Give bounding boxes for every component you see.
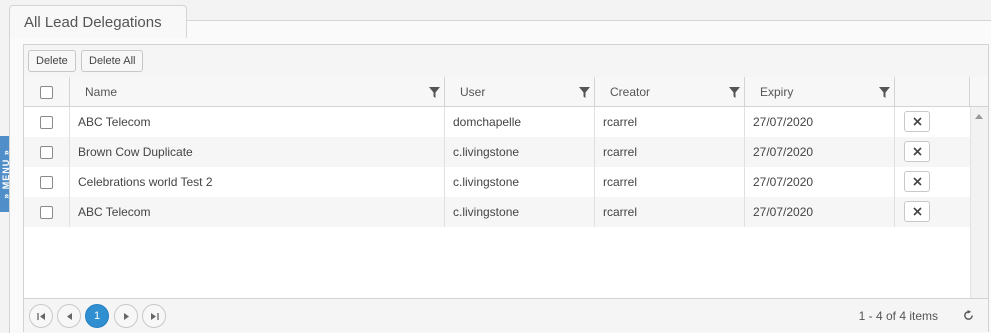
cell-user: domchapelle <box>445 107 595 137</box>
table-row[interactable]: ABC Telecom c.livingstone rcarrel 27/07/… <box>24 197 970 227</box>
row-select-cell <box>24 197 70 227</box>
cell-user: c.livingstone <box>445 167 595 197</box>
row-checkbox[interactable] <box>40 116 53 129</box>
panel-tab: All Lead Delegations <box>9 5 187 38</box>
page-number-button[interactable]: 1 <box>85 304 109 328</box>
remove-row-button[interactable] <box>904 201 930 222</box>
row-checkbox[interactable] <box>40 176 53 189</box>
vertical-scrollbar[interactable] <box>970 107 988 298</box>
cell-name: ABC Telecom <box>70 107 445 137</box>
delete-button[interactable]: Delete <box>28 50 76 72</box>
prev-page-button[interactable] <box>57 304 81 328</box>
row-actions-cell <box>895 197 970 227</box>
row-actions-cell <box>895 107 970 137</box>
column-label-expiry: Expiry <box>760 85 794 99</box>
delegations-grid: Delete Delete All Name User Creator Expi… <box>23 44 989 332</box>
cell-expiry: 27/07/2020 <box>745 197 895 227</box>
cell-creator: rcarrel <box>595 197 745 227</box>
cell-expiry: 27/07/2020 <box>745 167 895 197</box>
filter-icon[interactable] <box>429 87 440 98</box>
cell-user: c.livingstone <box>445 137 595 167</box>
cell-creator: rcarrel <box>595 107 745 137</box>
cell-name: Celebrations world Test 2 <box>70 167 445 197</box>
first-page-icon <box>37 313 45 320</box>
cell-creator: rcarrel <box>595 137 745 167</box>
select-all-checkbox[interactable] <box>40 86 53 99</box>
column-header-user[interactable]: User <box>445 77 595 106</box>
pager-info: 1 - 4 of 4 items <box>858 309 938 323</box>
column-header-name[interactable]: Name <box>70 77 445 106</box>
column-header-creator[interactable]: Creator <box>595 77 745 106</box>
close-icon <box>913 147 922 156</box>
table-row[interactable]: Brown Cow Duplicate c.livingstone rcarre… <box>24 137 970 167</box>
scroll-up-icon[interactable] <box>975 113 983 119</box>
cell-expiry: 27/07/2020 <box>745 107 895 137</box>
first-page-button[interactable] <box>29 304 53 328</box>
column-label-creator: Creator <box>610 85 651 99</box>
column-header-expiry[interactable]: Expiry <box>745 77 895 106</box>
refresh-icon[interactable] <box>963 310 974 321</box>
grid-body: ABC Telecom domchapelle rcarrel 27/07/20… <box>24 107 970 298</box>
column-header-actions <box>895 77 970 106</box>
row-actions-cell <box>895 137 970 167</box>
row-select-cell <box>24 107 70 137</box>
filter-icon[interactable] <box>879 87 890 98</box>
remove-row-button[interactable] <box>904 111 930 132</box>
row-checkbox[interactable] <box>40 146 53 159</box>
table-row[interactable]: ABC Telecom domchapelle rcarrel 27/07/20… <box>24 107 970 137</box>
close-icon <box>913 207 922 216</box>
last-page-icon <box>151 313 159 320</box>
last-page-button[interactable] <box>142 304 166 328</box>
delete-all-button[interactable]: Delete All <box>81 50 144 72</box>
next-page-icon <box>124 313 129 320</box>
row-actions-cell <box>895 167 970 197</box>
cell-user: c.livingstone <box>445 197 595 227</box>
column-label-user: User <box>460 85 486 99</box>
filter-icon[interactable] <box>579 87 590 98</box>
page-title: All Lead Delegations <box>24 14 162 31</box>
grid-pager: 1 1 - 4 of 4 items <box>24 298 988 332</box>
grid-toolbar: Delete Delete All <box>24 45 988 78</box>
cell-expiry: 27/07/2020 <box>745 137 895 167</box>
grid-header: Name User Creator Expiry <box>24 77 988 107</box>
remove-row-button[interactable] <box>904 171 930 192</box>
table-row[interactable]: Celebrations world Test 2 c.livingstone … <box>24 167 970 197</box>
row-select-cell <box>24 137 70 167</box>
close-icon <box>913 177 922 186</box>
prev-page-icon <box>67 313 72 320</box>
next-page-button[interactable] <box>114 304 138 328</box>
cell-name: Brown Cow Duplicate <box>70 137 445 167</box>
cell-name: ABC Telecom <box>70 197 445 227</box>
remove-row-button[interactable] <box>904 141 930 162</box>
filter-icon[interactable] <box>729 87 740 98</box>
row-checkbox[interactable] <box>40 206 53 219</box>
row-select-cell <box>24 167 70 197</box>
header-select-cell <box>24 77 70 106</box>
cell-creator: rcarrel <box>595 167 745 197</box>
close-icon <box>913 117 922 126</box>
column-label-name: Name <box>85 85 118 99</box>
